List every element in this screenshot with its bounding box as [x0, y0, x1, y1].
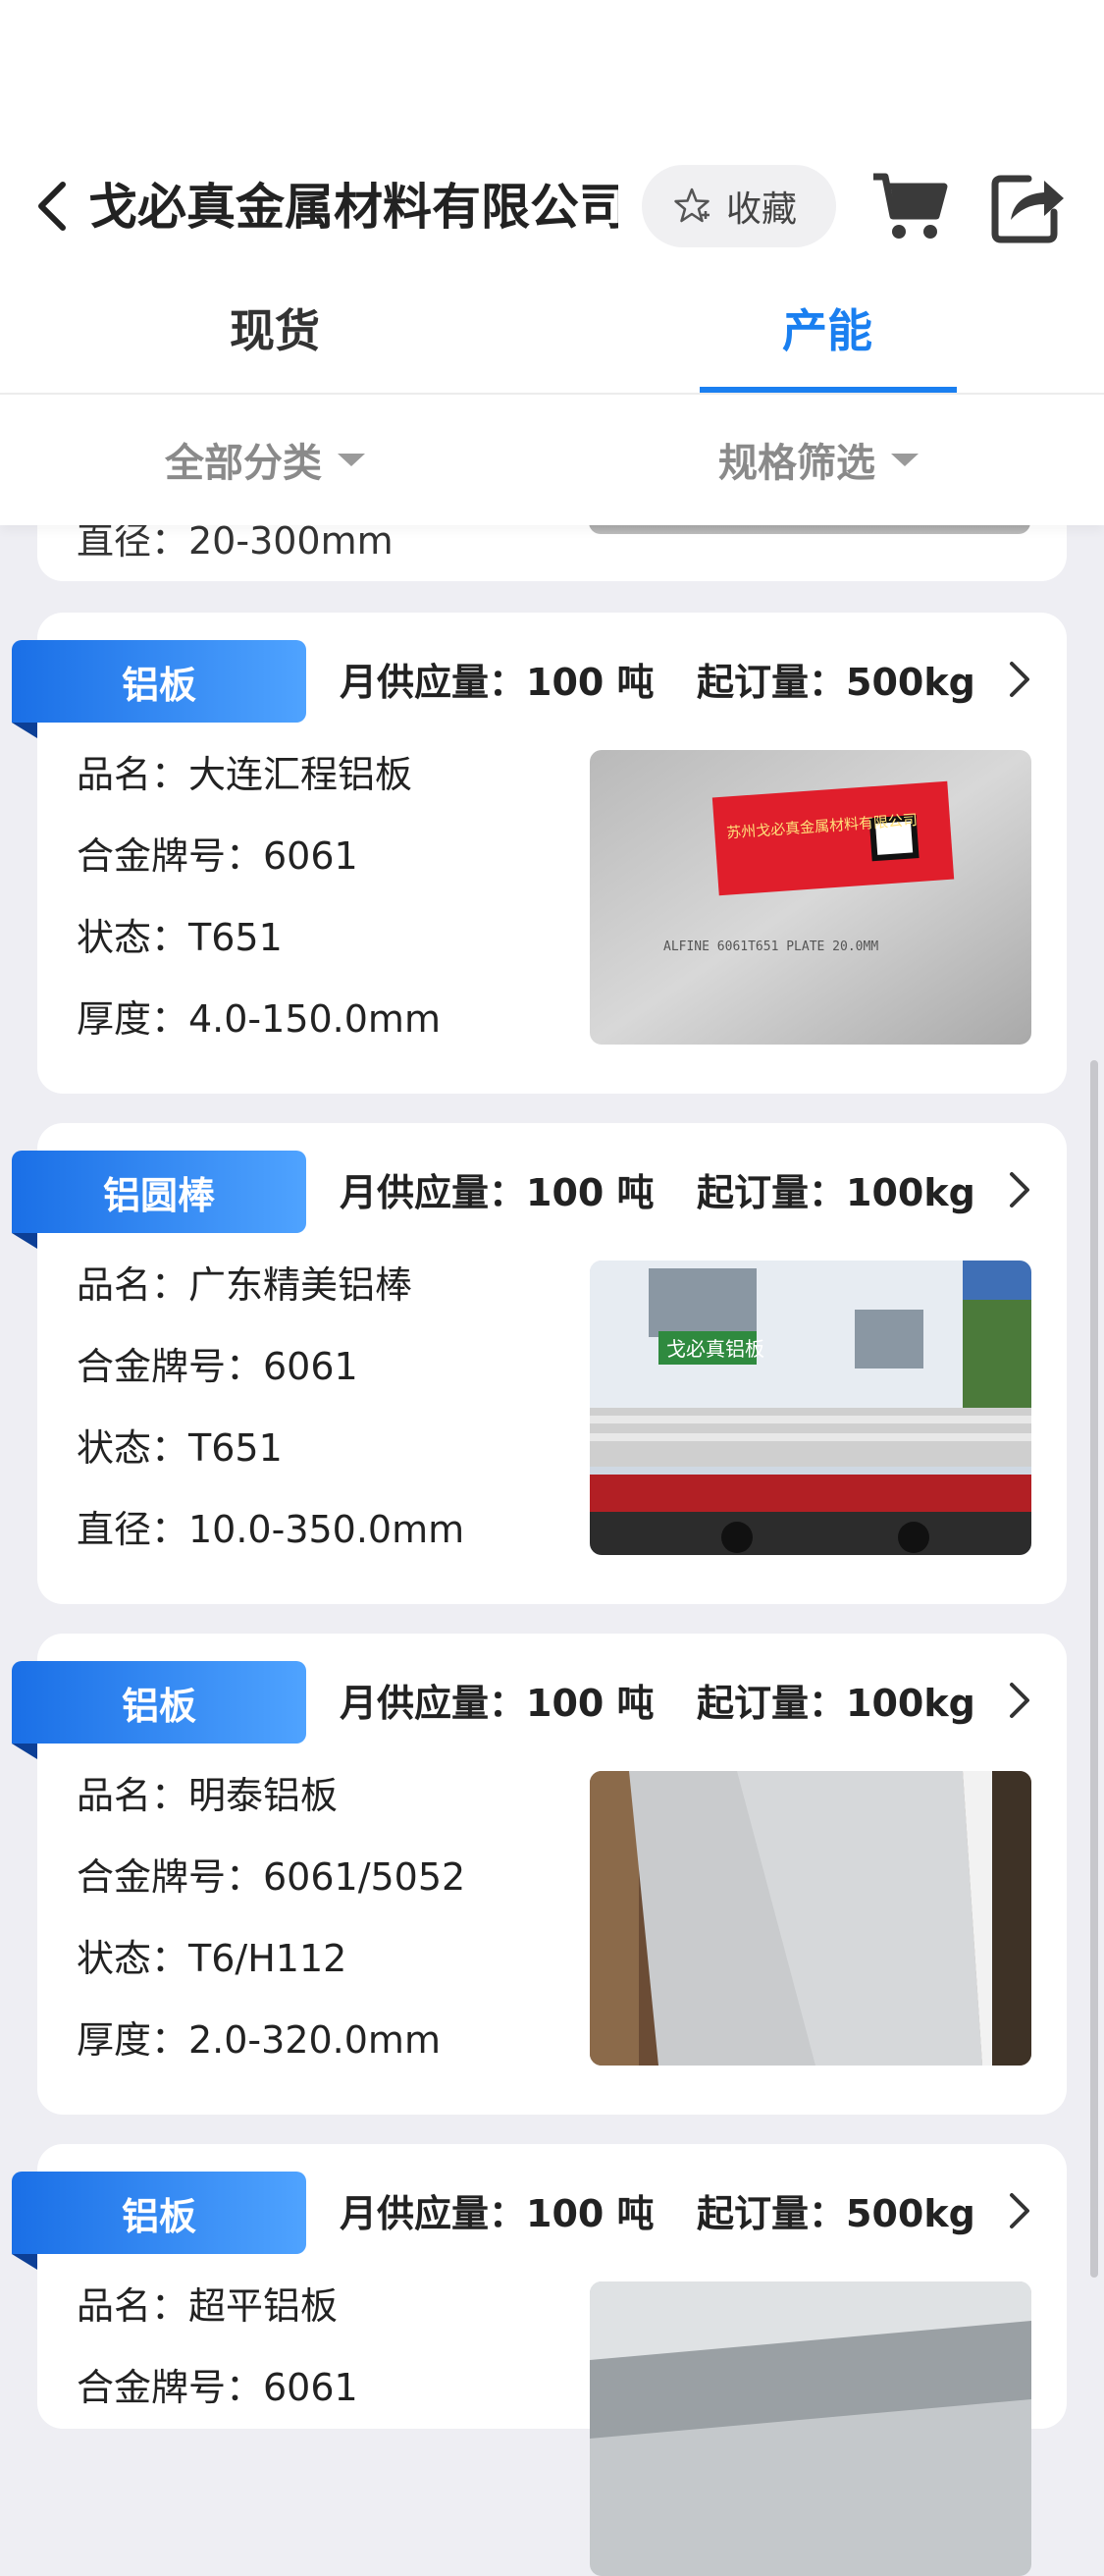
- warehouse-truck-photo: 戈必真铝板: [590, 1261, 1031, 1555]
- caret-down-icon: [338, 453, 365, 466]
- scrollbar[interactable]: [1090, 1060, 1098, 2278]
- spec-filter[interactable]: 规格筛选: [718, 430, 919, 489]
- favorite-button[interactable]: 收藏: [642, 165, 836, 247]
- share-icon[interactable]: [989, 169, 1068, 243]
- back-arrow-icon[interactable]: [29, 179, 79, 234]
- alloy-grade: 合金牌号：6061: [77, 834, 358, 878]
- filter-bar: 全部分类 规格筛选: [0, 393, 1104, 525]
- page-header: 戈必真金属材料有限公司 收藏 现货 产能 全部分类 规格筛选: [0, 0, 1104, 525]
- product-fields: 品名：广东精美铝棒 合金牌号：6061 状态：T651 直径：10.0-350.…: [77, 1261, 464, 1586]
- category-filter[interactable]: 全部分类: [165, 430, 365, 489]
- thickness: 厚度：4.0-150.0mm: [77, 997, 441, 1041]
- title-bar: 戈必真金属材料有限公司 收藏: [0, 157, 1104, 255]
- category-tag: 铝板: [12, 640, 306, 738]
- chevron-right-icon[interactable]: [1006, 660, 1033, 699]
- monthly-supply: 月供应量：100 吨: [340, 1171, 655, 1214]
- product-image[interactable]: 戈必真铝板: [590, 1261, 1031, 1555]
- alloy-grade: 合金牌号：6061: [77, 2366, 358, 2409]
- category-filter-label: 全部分类: [165, 441, 322, 486]
- product-fields: 品名：明泰铝板 合金牌号：6061/5052 状态：T6/H112 厚度：2.0…: [77, 1771, 465, 2097]
- product-card[interactable]: 铝板 月供应量：100 吨 起订量：500kg 品名：超平铝板 合金牌号：606…: [12, 2144, 1067, 2576]
- spec-filter-label: 规格筛选: [718, 441, 875, 486]
- product-card[interactable]: 铝板 月供应量：100 吨 起订量：500kg 品名：大连汇程铝板 合金牌号：6…: [12, 613, 1067, 1094]
- product-fields: 品名：超平铝板 合金牌号：6061: [77, 2281, 358, 2444]
- product-card[interactable]: 铝圆棒 月供应量：100 吨 起订量：100kg 品名：广东精美铝棒 合金牌号：…: [12, 1123, 1067, 1604]
- category-tag: 铝圆棒: [12, 1151, 306, 1249]
- thickness: 厚度：2.0-320.0mm: [77, 2018, 441, 2062]
- category-tag: 铝板: [12, 1661, 306, 1759]
- category-tag: 铝板: [12, 2172, 306, 2270]
- chevron-right-icon[interactable]: [1006, 1170, 1033, 1209]
- product-image[interactable]: [590, 2281, 1031, 2576]
- min-order-qty: 起订量：100kg: [697, 1682, 975, 1725]
- product-fields: 品名：大连汇程铝板 合金牌号：6061 状态：T651 厚度：4.0-150.0…: [77, 750, 441, 1076]
- product-name: 品名：大连汇程铝板: [77, 753, 413, 796]
- alloy-grade: 合金牌号：6061: [77, 1345, 358, 1388]
- tab-stock[interactable]: 现货: [177, 296, 373, 365]
- page-title: 戈必真金属材料有限公司: [88, 179, 618, 236]
- product-card[interactable]: 铝板 月供应量：100 吨 起订量：100kg 品名：明泰铝板 合金牌号：606…: [12, 1634, 1067, 2115]
- product-image[interactable]: [590, 1771, 1031, 2066]
- chevron-right-icon[interactable]: [1006, 2191, 1033, 2230]
- chevron-right-icon[interactable]: [1006, 1681, 1033, 1720]
- product-image[interactable]: 苏州戈必真金属材料有限公司 ALFINE 6061T651 PLATE 20.0…: [590, 750, 1031, 1045]
- diameter: 直径：10.0-350.0mm: [77, 1508, 465, 1551]
- caret-down-icon: [891, 453, 919, 466]
- monthly-supply: 月供应量：100 吨: [340, 2192, 655, 2235]
- favorite-label: 收藏: [726, 189, 798, 230]
- min-order-qty: 起订量：100kg: [697, 1171, 975, 1214]
- image-plate-text: ALFINE 6061T651 PLATE 20.0MM: [663, 939, 878, 954]
- temper-state: 状态：T6/H112: [77, 1937, 347, 1980]
- tab-capacity[interactable]: 产能: [729, 296, 925, 365]
- temper-state: 状态：T651: [77, 1426, 283, 1470]
- alloy-grade: 合金牌号：6061/5052: [77, 1855, 466, 1899]
- product-name: 品名：超平铝板: [77, 2284, 339, 2328]
- cart-icon[interactable]: [871, 171, 950, 242]
- plate-sheet-photo: [590, 2281, 1031, 2576]
- aluminum-plate-photo: 苏州戈必真金属材料有限公司 ALFINE 6061T651 PLATE 20.0…: [590, 750, 1031, 1045]
- min-order-qty: 起订量：500kg: [697, 2192, 975, 2235]
- image-sign-text: 戈必真铝板: [666, 1337, 764, 1361]
- product-name: 品名：广东精美铝棒: [77, 1263, 413, 1307]
- tab-bar: 现货 产能: [0, 277, 1104, 395]
- monthly-supply: 月供应量：100 吨: [340, 1682, 655, 1725]
- product-name: 品名：明泰铝板: [77, 1774, 339, 1817]
- min-order-qty: 起订量：500kg: [697, 661, 975, 704]
- star-icon: [674, 188, 710, 223]
- stacked-plates-photo: [590, 1771, 1031, 2066]
- temper-state: 状态：T651: [77, 916, 283, 959]
- monthly-supply: 月供应量：100 吨: [340, 661, 655, 704]
